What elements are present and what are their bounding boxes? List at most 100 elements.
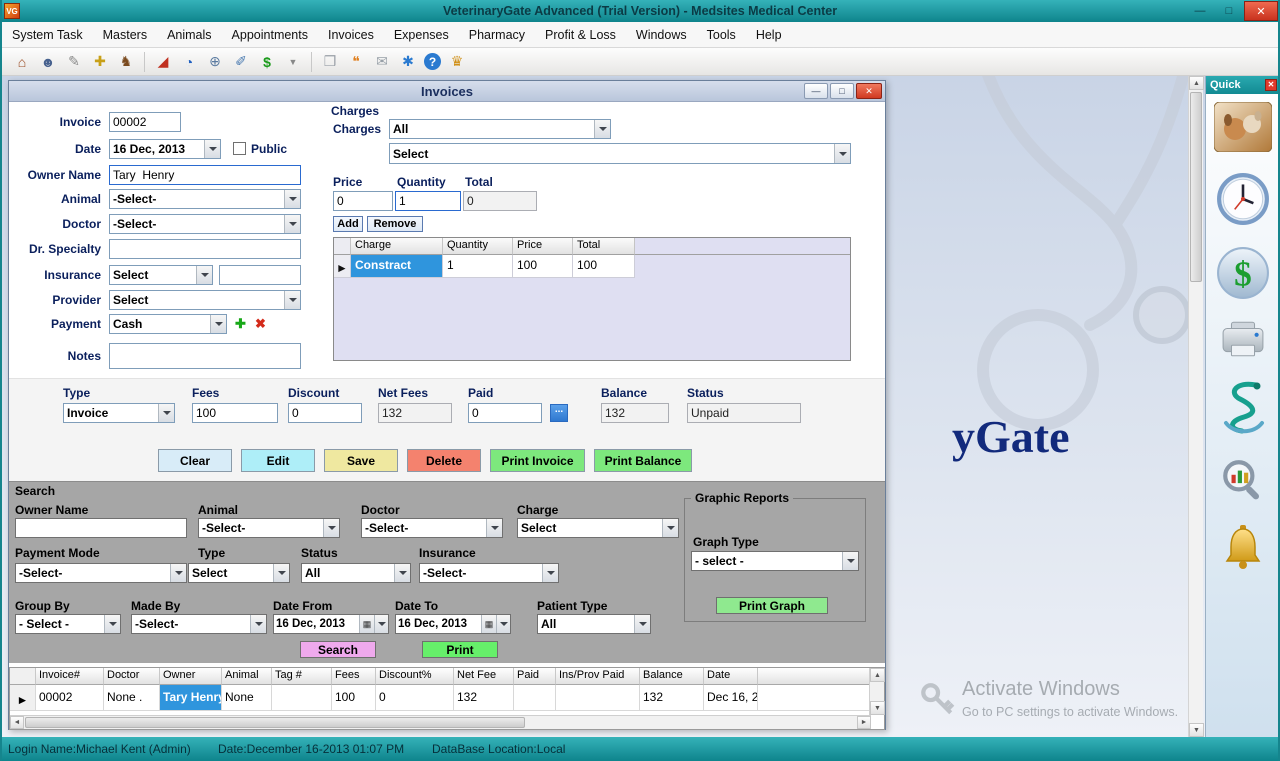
menu-appointments[interactable]: Appointments: [222, 22, 318, 48]
chevron-down-icon[interactable]: [374, 615, 388, 633]
cell-date[interactable]: Dec 16, 20: [704, 685, 758, 711]
scroll-right-icon[interactable]: ►: [857, 716, 871, 729]
syringe-icon[interactable]: ✐: [231, 52, 251, 72]
animal-select[interactable]: -Select-: [109, 189, 301, 209]
doctor-select[interactable]: -Select-: [109, 214, 301, 234]
animals-icon[interactable]: ♞: [116, 52, 136, 72]
col-tag[interactable]: Tag #: [272, 668, 332, 685]
scroll-up-icon[interactable]: ▲: [870, 668, 885, 682]
search-type-select[interactable]: Select: [188, 563, 290, 583]
insurance-number-field[interactable]: [219, 265, 301, 285]
printer-icon[interactable]: [1221, 320, 1265, 361]
edit-button[interactable]: Edit: [241, 449, 315, 472]
date-from-picker[interactable]: 16 Dec, 2013 ▦: [273, 614, 389, 634]
col-animal[interactable]: Animal: [222, 668, 272, 685]
print-balance-button[interactable]: Print Balance: [594, 449, 692, 472]
report-search-icon[interactable]: [1219, 456, 1267, 507]
table-row[interactable]: ► 00002 None . Tary Henry None 100 0 132…: [10, 685, 884, 711]
home-icon[interactable]: ⌂: [12, 52, 32, 72]
payment-select[interactable]: Cash: [109, 314, 227, 334]
menu-invoices[interactable]: Invoices: [318, 22, 384, 48]
patient-type-select[interactable]: All: [537, 614, 651, 634]
mail-icon[interactable]: ✉: [372, 52, 392, 72]
filter-icon[interactable]: ▼: [283, 52, 303, 72]
bell-icon[interactable]: [1223, 524, 1263, 575]
scroll-left-icon[interactable]: ◄: [10, 716, 24, 729]
provider-select[interactable]: Select: [109, 290, 301, 310]
notes-field[interactable]: [109, 343, 301, 369]
cell-animal[interactable]: None: [222, 685, 272, 711]
calendar-icon[interactable]: ▦: [359, 615, 374, 633]
col-quantity[interactable]: Quantity: [443, 238, 513, 255]
scroll-down-icon[interactable]: ▼: [1189, 723, 1204, 737]
search-button[interactable]: Search: [300, 641, 376, 658]
search-print-button[interactable]: Print: [422, 641, 498, 658]
type-select[interactable]: Invoice: [63, 403, 175, 423]
chevron-down-icon[interactable]: [496, 615, 510, 633]
cell-tag[interactable]: [272, 685, 332, 711]
delete-button[interactable]: Delete: [407, 449, 481, 472]
pharmacy-snake-icon[interactable]: [1220, 378, 1266, 439]
cell-price[interactable]: 100: [513, 255, 573, 278]
owners-icon[interactable]: ☻: [38, 52, 58, 72]
add-payment-icon[interactable]: ✚: [235, 316, 246, 332]
made-by-select[interactable]: -Select-: [131, 614, 267, 634]
cell-total[interactable]: 100: [573, 255, 635, 278]
col-price[interactable]: Price: [513, 238, 573, 255]
menu-animals[interactable]: Animals: [157, 22, 221, 48]
graph-type-select[interactable]: - select -: [691, 551, 859, 571]
col-insprov[interactable]: Ins/Prov Paid: [556, 668, 640, 685]
group-by-select[interactable]: - Select -: [15, 614, 121, 634]
clock-icon[interactable]: [1216, 172, 1270, 229]
medical-cross-icon[interactable]: ✚: [90, 52, 110, 72]
cell-quantity[interactable]: 1: [443, 255, 513, 278]
print-graph-button[interactable]: Print Graph: [716, 597, 828, 614]
menu-expenses[interactable]: Expenses: [384, 22, 459, 48]
remove-charge-button[interactable]: Remove: [367, 216, 423, 232]
search-owner-field[interactable]: [15, 518, 187, 538]
printer-icon[interactable]: ❒: [320, 52, 340, 72]
quantity-field[interactable]: [395, 191, 461, 211]
add-charge-button[interactable]: Add: [333, 216, 363, 232]
menu-tools[interactable]: Tools: [697, 22, 746, 48]
col-paid[interactable]: Paid: [514, 668, 556, 685]
chat-icon[interactable]: ❝: [346, 52, 366, 72]
search-charge-select[interactable]: Select: [517, 518, 679, 538]
paid-field[interactable]: [468, 403, 542, 423]
col-discount[interactable]: Discount%: [376, 668, 454, 685]
paid-details-button[interactable]: ...: [550, 404, 568, 422]
menu-windows[interactable]: Windows: [626, 22, 697, 48]
insurance-select[interactable]: Select: [109, 265, 213, 285]
cell-doctor[interactable]: None .: [104, 685, 160, 711]
search-doctor-select[interactable]: -Select-: [361, 518, 503, 538]
dr-specialty-field[interactable]: [109, 239, 301, 259]
close-button[interactable]: ✕: [1244, 1, 1278, 21]
balance-field[interactable]: [601, 403, 669, 423]
cell-balance[interactable]: 132: [640, 685, 704, 711]
chart-icon[interactable]: ◢: [153, 52, 173, 72]
charge-category-select[interactable]: All: [389, 119, 611, 139]
charge-item-select[interactable]: Select: [389, 143, 851, 164]
cell-discount[interactable]: 0: [376, 685, 454, 711]
help-icon[interactable]: ?: [424, 53, 441, 70]
grid-vertical-scrollbar[interactable]: ▲ ▼: [869, 668, 884, 715]
col-fees[interactable]: Fees: [332, 668, 376, 685]
invoices-window-titlebar[interactable]: Invoices — □ ✕: [9, 81, 885, 102]
minimize-button[interactable]: —: [1186, 1, 1214, 21]
search-animal-select[interactable]: -Select-: [198, 518, 340, 538]
net-fees-field[interactable]: [378, 403, 452, 423]
fees-field[interactable]: [192, 403, 278, 423]
menu-profit-loss[interactable]: Profit & Loss: [535, 22, 626, 48]
charges-grid-row[interactable]: ► Constract 1 100 100: [334, 255, 850, 278]
col-doctor[interactable]: Doctor: [104, 668, 160, 685]
search-status-select[interactable]: All: [301, 563, 411, 583]
money-icon[interactable]: $: [1216, 246, 1270, 303]
col-netfee[interactable]: Net Fee: [454, 668, 514, 685]
status-field[interactable]: [687, 403, 801, 423]
date-to-picker[interactable]: 16 Dec, 2013 ▦: [395, 614, 511, 634]
menu-pharmacy[interactable]: Pharmacy: [459, 22, 535, 48]
cell-charge[interactable]: Constract: [351, 255, 443, 278]
discount-field[interactable]: [288, 403, 362, 423]
owner-name-field[interactable]: [109, 165, 301, 185]
child-close-button[interactable]: ✕: [856, 83, 882, 99]
